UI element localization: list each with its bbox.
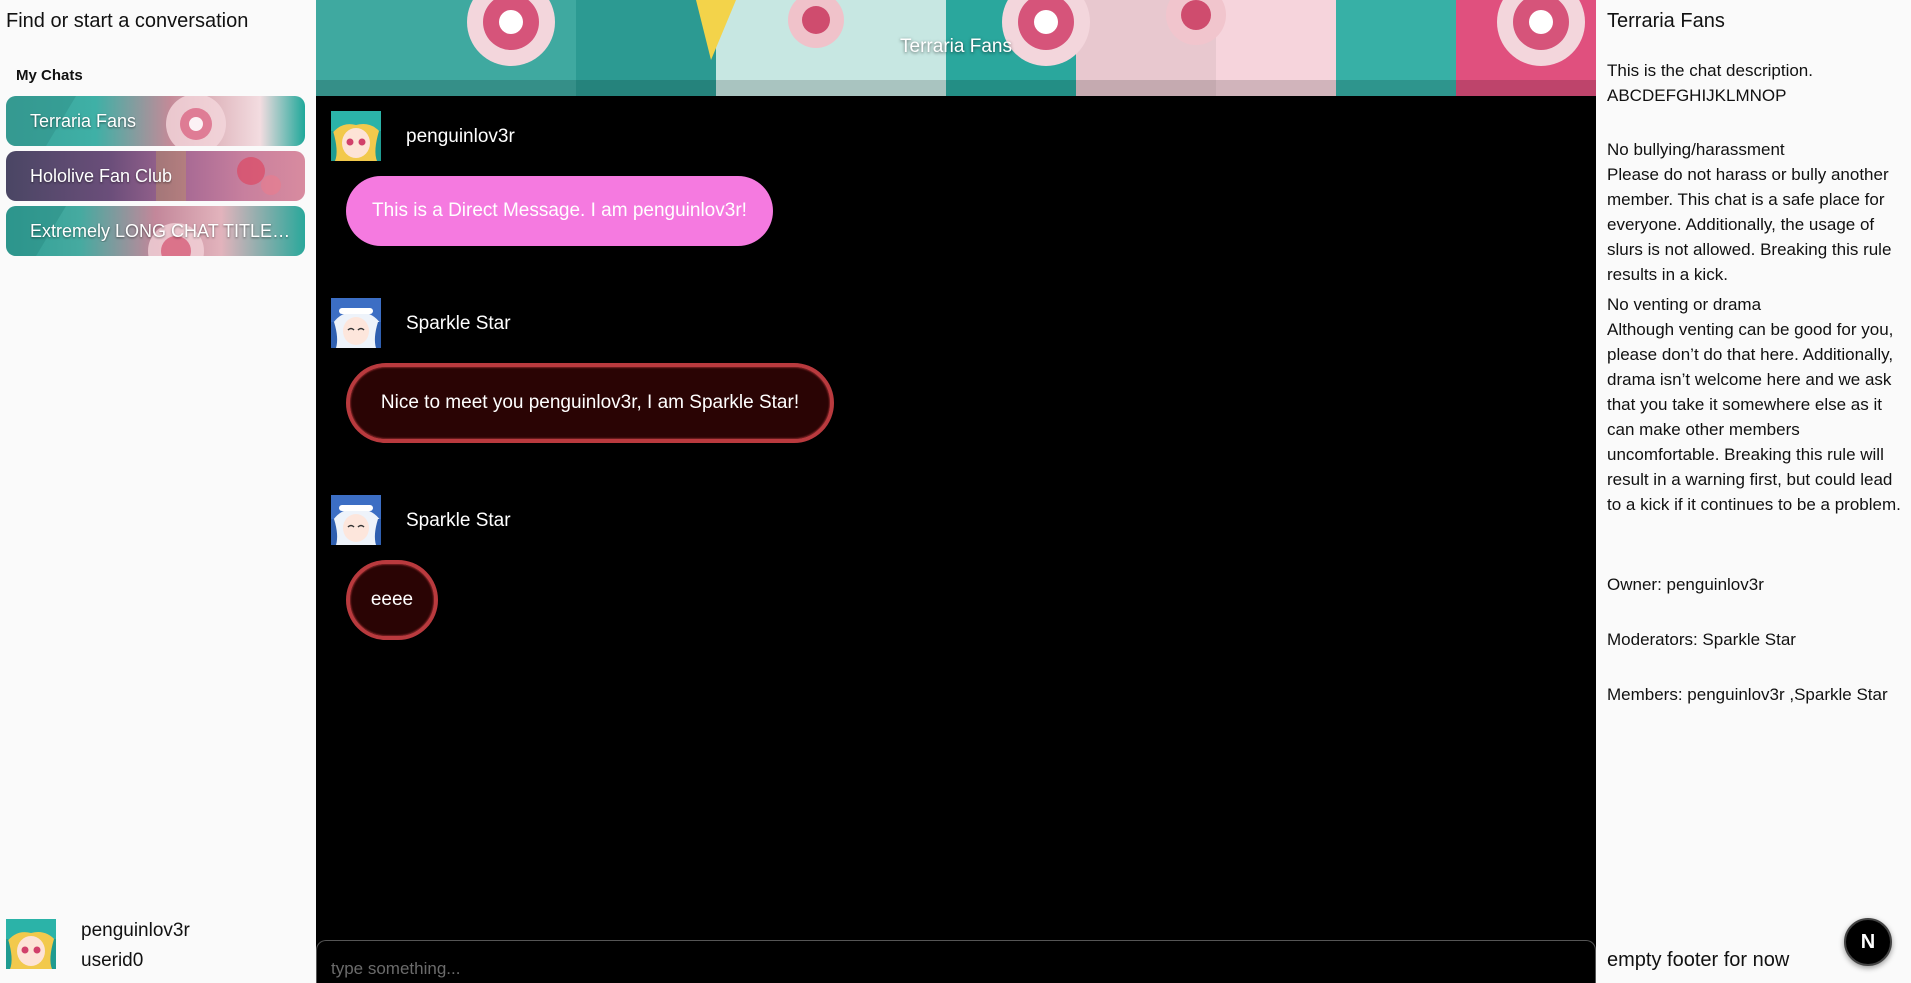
moderators-line: Moderators: Sparkle Star [1607, 630, 1796, 649]
message-bubble: This is a Direct Message. I am penguinlo… [346, 176, 773, 246]
message-bubble: Nice to meet you penguinlov3r, I am Spar… [346, 363, 834, 443]
blue-haired-anime-avatar-icon[interactable] [331, 495, 381, 545]
chat-description: This is the chat description. ABCDEFGHIJ… [1607, 58, 1907, 108]
chat-item-long-title[interactable]: Extremely LONG CHAT TITLE T... [6, 206, 305, 256]
message-input-container [316, 940, 1596, 983]
message-author[interactable]: penguinlov3r [406, 126, 515, 148]
find-conversation-button[interactable]: Find or start a conversation [6, 10, 248, 33]
message-bubble: eeee [346, 560, 438, 640]
chat-details-panel: Terraria Fans This is the chat descripti… [1596, 0, 1911, 983]
message-author[interactable]: Sparkle Star [406, 510, 511, 532]
description-line: This is the chat description. [1607, 61, 1813, 80]
blue-haired-anime-avatar-icon[interactable] [331, 298, 381, 348]
chat-item-terraria-fans[interactable]: Terraria Fans [6, 96, 305, 146]
rule-body: Although venting can be good for you, pl… [1607, 320, 1901, 514]
rule-title: No venting or drama [1607, 295, 1762, 314]
chat-item-label: Terraria Fans [30, 110, 137, 131]
teal-haired-anime-avatar-icon[interactable] [331, 111, 381, 161]
chat-item-label: Extremely LONG CHAT TITLE T... [30, 220, 293, 241]
my-chats-heading: My Chats [16, 67, 83, 84]
n-logo-icon[interactable]: N [1844, 918, 1892, 966]
chat-item-label: Hololive Fan Club [30, 165, 173, 186]
rule-body: Please do not harass or bully another me… [1607, 165, 1892, 284]
chat-banner: Terraria Fans [316, 0, 1596, 96]
current-user-name: penguinlov3r [81, 920, 190, 941]
message-input[interactable] [317, 941, 1595, 983]
teal-haired-anime-avatar-icon[interactable] [6, 919, 56, 969]
owner-line: Owner: penguinlov3r [1607, 575, 1764, 594]
rule-block: No venting or drama Although venting can… [1607, 292, 1907, 517]
members-line: Members: penguinlov3r ,Sparkle Star [1607, 685, 1888, 704]
rule-block: No bullying/harassment Please do not har… [1607, 137, 1907, 287]
chat-item-hololive-fan-club[interactable]: Hololive Fan Club [6, 151, 305, 201]
chat-title: Terraria Fans [900, 36, 1012, 57]
current-user-id: userid0 [81, 950, 144, 971]
details-title: Terraria Fans [1607, 10, 1725, 32]
left-sidebar: Find or start a conversation My Chats Te… [0, 0, 316, 983]
details-footer: empty footer for now [1607, 949, 1790, 971]
message-author[interactable]: Sparkle Star [406, 313, 511, 335]
description-line: ABCDEFGHIJKLMNOP [1607, 86, 1787, 105]
rule-title: No bullying/harassment [1607, 140, 1785, 159]
chat-area: Terraria Fans penguinlov3r This is a Dir… [316, 0, 1596, 983]
